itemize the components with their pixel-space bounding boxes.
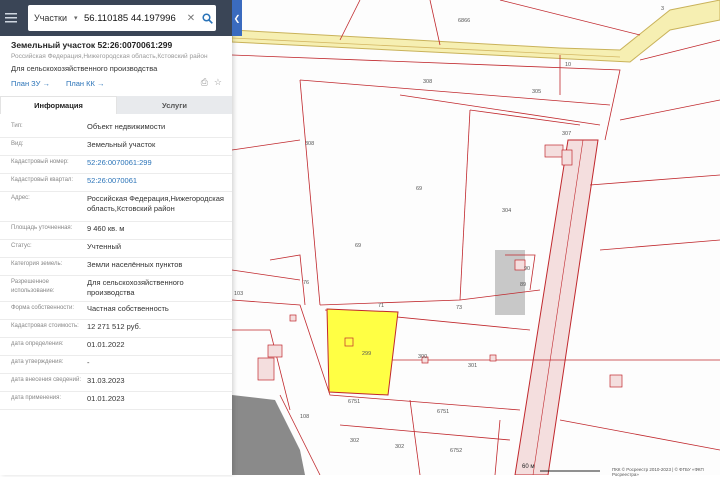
scale-label: 60 м: [522, 464, 535, 470]
search-mode-select[interactable]: Участки: [28, 13, 80, 23]
svg-text:308: 308: [305, 141, 314, 147]
svg-text:69: 69: [416, 186, 422, 192]
field-label: дата утверждения:: [11, 359, 64, 365]
field-value: Земельный участок: [87, 140, 156, 149]
field-value: 9 460 кв. м: [87, 224, 125, 233]
info-row: Адрес: Российская Федерация,Нижегородская…: [0, 192, 232, 222]
collapse-panel-button[interactable]: ❮: [232, 0, 242, 36]
info-row: дата применения: 01.01.2023: [0, 392, 232, 410]
copyright: ПКК © Росреестр 2010-2023 | © ФГБУ «ФКП …: [612, 467, 704, 477]
svg-text:302: 302: [350, 438, 359, 444]
info-table: Тип: Объект недвижимости Вид: Земельный уч…: [0, 114, 232, 410]
field-label: Вид:: [11, 141, 24, 147]
info-row: Кадастровая стоимость: 12 271 512 руб.: [0, 320, 232, 338]
cadastral-quarter-link[interactable]: 52:26:0070061: [87, 176, 232, 189]
menu-icon[interactable]: [0, 0, 22, 36]
field-label: Форма собственности:: [11, 305, 75, 311]
svg-text:308: 308: [423, 79, 432, 85]
info-row: Кадастровый квартал: 52:26:0070061: [0, 174, 232, 192]
field-value: -: [87, 358, 90, 367]
tabs: Информация Услуги: [0, 96, 232, 114]
svg-text:305: 305: [532, 89, 541, 95]
star-icon[interactable]: ☆: [214, 77, 222, 88]
info-row: Категория земель: Земли населённых пункто…: [0, 258, 232, 276]
chevron-left-icon: ❮: [233, 13, 241, 23]
parcel-purpose: Для сельскохозяйственного производства: [11, 64, 158, 73]
field-label: дата определения:: [11, 341, 64, 347]
svg-text:300: 300: [418, 354, 427, 360]
search-box: Участки ▾ 56.110185 44.197996 ✕: [28, 5, 216, 31]
field-value: Российская Федерация,Нижегородская облас…: [87, 194, 224, 213]
field-label: Кадастровый номер:: [11, 159, 69, 165]
search-input[interactable]: 56.110185 44.197996: [84, 13, 184, 24]
tab-services[interactable]: Услуги: [117, 96, 232, 114]
field-value: Земли населённых пунктов: [87, 260, 183, 269]
parcel-title: Земельный участок 52:26:0070061:299: [11, 40, 173, 50]
svg-text:10: 10: [565, 62, 571, 68]
field-value: Учтенный: [87, 242, 122, 251]
plan-links: План ЗУ → План КК → ⎙ ☆: [11, 77, 232, 88]
info-row: Тип: Объект недвижимости: [0, 120, 232, 138]
svg-text:103: 103: [234, 291, 243, 297]
parcel-address-short: Российская Федерация,Нижегородская облас…: [11, 53, 208, 60]
field-value: 31.03.2023: [87, 376, 125, 385]
svg-text:6752: 6752: [450, 448, 462, 454]
search-icon[interactable]: [198, 12, 216, 24]
svg-text:307: 307: [562, 131, 571, 137]
svg-text:6866: 6866: [458, 18, 470, 24]
svg-text:301: 301: [468, 363, 477, 369]
chevron-down-icon[interactable]: ▾: [74, 14, 84, 22]
field-label: Площадь уточненная:: [11, 225, 73, 231]
svg-text:6751: 6751: [437, 409, 449, 415]
svg-text:69: 69: [355, 243, 361, 249]
tab-information[interactable]: Информация: [0, 96, 117, 114]
field-value: Частная собственность: [87, 304, 169, 313]
svg-text:304: 304: [502, 208, 511, 214]
field-label: Кадастровая стоимость:: [11, 323, 79, 329]
svg-text:90: 90: [524, 266, 530, 272]
svg-text:302: 302: [395, 444, 404, 450]
info-row: дата определения: 01.01.2022: [0, 338, 232, 356]
field-label: Категория земель:: [11, 261, 63, 267]
svg-text:6751: 6751: [348, 399, 360, 405]
plan-kk-link[interactable]: План КК →: [66, 79, 105, 88]
info-panel: Участки ▾ 56.110185 44.197996 ✕ Земельны…: [0, 0, 232, 475]
info-row: Вид: Земельный участок: [0, 138, 232, 156]
svg-text:73: 73: [456, 305, 462, 311]
field-label: Кадастровый квартал:: [11, 177, 74, 183]
info-row: Кадастровый номер: 52:26:0070061:299: [0, 156, 232, 174]
info-row: дата утверждения: -: [0, 356, 232, 374]
plan-zu-link[interactable]: План ЗУ →: [11, 79, 50, 88]
svg-text:3: 3: [661, 6, 664, 12]
field-value: 12 271 512 руб.: [87, 322, 141, 331]
svg-text:76: 76: [303, 280, 309, 286]
field-label: Разрешенное использование:: [11, 279, 55, 294]
info-row: Площадь уточненная: 9 460 кв. м: [0, 222, 232, 240]
cadastral-number-link[interactable]: 52:26:0070061:299: [87, 158, 232, 171]
field-value: Для сельскохозяйственного производства: [87, 278, 184, 297]
svg-text:108: 108: [300, 414, 309, 420]
svg-text:71: 71: [378, 303, 384, 309]
svg-text:89: 89: [520, 282, 526, 288]
field-label: Адрес:: [11, 195, 30, 201]
close-icon[interactable]: ✕: [184, 13, 198, 24]
field-label: Тип:: [11, 123, 23, 129]
field-value: 01.01.2022: [87, 340, 125, 349]
info-row: Разрешенное использование: Для сельскохоз…: [0, 276, 232, 302]
field-value: Объект недвижимости: [87, 122, 166, 131]
field-label: дата внесения сведений:: [11, 377, 81, 383]
info-row: дата внесения сведений: 31.03.2023: [0, 374, 232, 392]
field-label: дата применения:: [11, 395, 62, 401]
info-row: Статус: Учтенный: [0, 240, 232, 258]
print-icon[interactable]: ⎙: [201, 77, 208, 88]
svg-text:299: 299: [362, 351, 371, 357]
field-label: Статус:: [11, 243, 32, 249]
info-row: Форма собственности: Частная собственност…: [0, 302, 232, 320]
action-icons: ⎙ ☆: [201, 77, 222, 88]
search-bar: Участки ▾ 56.110185 44.197996 ✕: [0, 0, 232, 36]
field-value: 01.01.2023: [87, 394, 125, 403]
